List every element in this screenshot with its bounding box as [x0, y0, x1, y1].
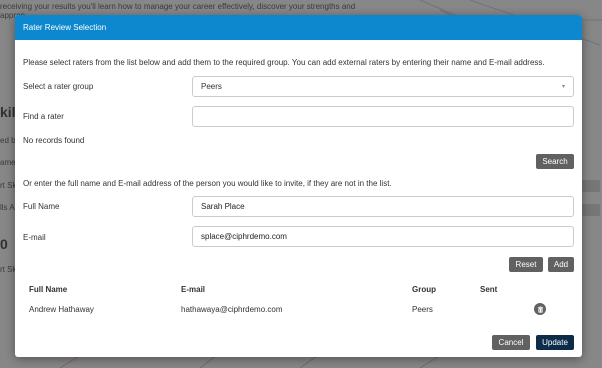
- rater-review-modal: Rater Review Selection Please select rat…: [15, 15, 582, 357]
- cancel-button[interactable]: Cancel: [492, 335, 530, 350]
- external-instructions-text: Or enter the full name and E-mail addres…: [23, 179, 392, 188]
- update-button[interactable]: Update: [536, 335, 574, 350]
- column-header-group: Group: [412, 285, 436, 294]
- no-records-text: No records found: [23, 136, 85, 145]
- instructions-text: Please select raters from the list below…: [23, 58, 545, 67]
- full-name-label: Full Name: [23, 202, 60, 211]
- column-header-email: E-mail: [181, 285, 206, 294]
- column-header-sent: Sent: [480, 285, 498, 294]
- chevron-down-icon: ▾: [561, 84, 565, 90]
- row-full-name: Andrew Hathaway: [29, 305, 94, 314]
- column-header-full-name: Full Name: [29, 285, 68, 294]
- add-button[interactable]: Add: [548, 257, 574, 272]
- find-rater-label: Find a rater: [23, 112, 64, 121]
- full-name-value: Sarah Place: [201, 202, 245, 211]
- modal-header: Rater Review Selection: [15, 15, 582, 40]
- find-rater-input[interactable]: [192, 106, 574, 127]
- full-name-input[interactable]: Sarah Place: [192, 196, 574, 217]
- modal-title: Rater Review Selection: [23, 23, 107, 32]
- row-email: hathawaya@ciphrdemo.com: [181, 305, 283, 314]
- row-group: Peers: [412, 305, 433, 314]
- email-label: E-mail: [23, 233, 46, 242]
- rater-group-label: Select a rater group: [23, 82, 94, 91]
- email-input[interactable]: splace@ciphrdemo.com: [192, 226, 574, 247]
- email-value: splace@ciphrdemo.com: [201, 232, 287, 241]
- trash-icon[interactable]: [534, 303, 546, 315]
- trash-glyph: [537, 305, 543, 313]
- search-button[interactable]: Search: [536, 154, 574, 169]
- rater-group-select[interactable]: Peers ▾: [192, 76, 574, 97]
- rater-group-value: Peers: [201, 82, 222, 91]
- reset-button[interactable]: Reset: [509, 257, 543, 272]
